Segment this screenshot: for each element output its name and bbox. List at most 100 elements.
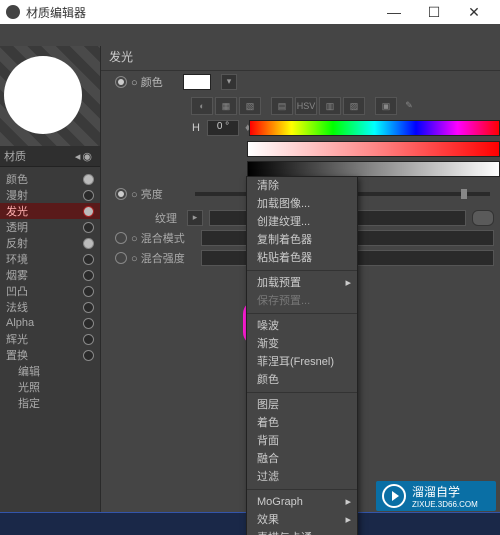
val-slider[interactable] xyxy=(247,161,500,177)
main-panel: 发光 ○ 颜色 ▾ ◐ ▦ ▧ ▤ HSV ▥ ▨ ▣ ✎ xyxy=(101,46,500,535)
channel-label: 环境 xyxy=(6,251,28,267)
material-preview[interactable] xyxy=(0,46,100,146)
watermark-brand: 溜溜自学 xyxy=(412,485,460,499)
color-dropdown-icon[interactable]: ▾ xyxy=(221,74,237,90)
channel-Alpha[interactable]: Alpha xyxy=(0,315,100,331)
channel-漫射[interactable]: 漫射 xyxy=(0,187,100,203)
channel-反射[interactable]: 反射 xyxy=(0,235,100,251)
chevron-left-icon[interactable]: ◂ xyxy=(75,150,81,163)
menu-item-创建纹理...[interactable]: 创建纹理... xyxy=(247,213,357,231)
submenu-arrow-icon: ▸ xyxy=(345,511,351,529)
channel-list: 颜色漫射发光透明反射环境烟雾凹凸法线 Alpha 辉光置换编辑光照指定 xyxy=(0,167,100,535)
menu-item-背面[interactable]: 背面 xyxy=(247,432,357,450)
texture-context-menu: 清除加载图像...创建纹理...复制着色器粘贴着色器加载预置▸保存预置... 噪波… xyxy=(246,176,358,535)
channel-label: 烟雾 xyxy=(6,267,28,283)
sidebar-nav[interactable]: ◂ ◉ xyxy=(75,150,92,163)
play-icon xyxy=(382,484,406,508)
row-lightness xyxy=(247,141,500,157)
menu-item-加载图像...[interactable]: 加载图像... xyxy=(247,195,357,213)
menu-item-着色[interactable]: 着色 xyxy=(247,414,357,432)
menu-item-菲涅耳(Fresnel)[interactable]: 菲涅耳(Fresnel) xyxy=(247,353,357,371)
submenu-arrow-icon: ▸ xyxy=(345,274,351,292)
channel-toggle[interactable] xyxy=(83,238,94,249)
label-color: ○ 颜色 xyxy=(131,74,175,90)
swatches-icon[interactable]: ▣ xyxy=(375,97,397,115)
hsv-icon[interactable]: HSV xyxy=(295,97,317,115)
channel-toggle[interactable] xyxy=(83,302,94,313)
texture-dropdown[interactable]: ▸ xyxy=(187,210,203,226)
watermark-url: ZIXUE.3D66.COM xyxy=(412,500,478,509)
channel-toggle[interactable] xyxy=(83,190,94,201)
channel-光照[interactable]: 光照 xyxy=(0,379,100,395)
channel-toggle[interactable] xyxy=(83,222,94,233)
channel-烟雾[interactable]: 烟雾 xyxy=(0,267,100,283)
channel-toggle[interactable] xyxy=(83,334,94,345)
menu-separator xyxy=(247,489,357,490)
channel-toggle[interactable] xyxy=(83,318,94,329)
sidebar-tab[interactable]: 材质 ◂ ◉ xyxy=(0,146,100,167)
channel-label: 反射 xyxy=(6,235,28,251)
channel-label: Alpha xyxy=(6,317,34,329)
menu-item-噪波[interactable]: 噪波 xyxy=(247,317,357,335)
sidebar: 材质 ◂ ◉ 颜色漫射发光透明反射环境烟雾凹凸法线 Alpha 辉光置换编辑光照指定 xyxy=(0,46,101,535)
image-icon[interactable]: ▧ xyxy=(239,97,261,115)
channel-label: 发光 xyxy=(6,203,28,219)
menu-item-加载预置[interactable]: 加载预置▸ xyxy=(247,274,357,292)
spectrum-icon[interactable]: ▦ xyxy=(215,97,237,115)
radio-brightness[interactable] xyxy=(115,188,127,200)
channel-辉光[interactable]: 辉光 xyxy=(0,331,100,347)
texture-browse-button[interactable] xyxy=(472,210,494,226)
close-button[interactable]: ✕ xyxy=(454,4,494,21)
watermark: 溜溜自学 ZIXUE.3D66.COM xyxy=(376,481,496,511)
hue-value[interactable]: 0 ° xyxy=(207,120,239,136)
channel-指定[interactable]: 指定 xyxy=(0,395,100,411)
kelvin-icon[interactable]: ▥ xyxy=(319,97,341,115)
channel-发光[interactable]: 发光 xyxy=(0,203,100,219)
menu-item-颜色[interactable]: 颜色 xyxy=(247,371,357,389)
menu-item-渐变[interactable]: 渐变 xyxy=(247,335,357,353)
channel-toggle[interactable] xyxy=(83,206,94,217)
channel-label: 透明 xyxy=(6,219,28,235)
submenu-arrow-icon: ▸ xyxy=(345,529,351,535)
eyedropper-icon[interactable]: ✎ xyxy=(399,97,419,113)
rgb-icon[interactable]: ▤ xyxy=(271,97,293,115)
menu-item-融合[interactable]: 融合 xyxy=(247,450,357,468)
channel-编辑[interactable]: 编辑 xyxy=(0,363,100,379)
radio-color[interactable] xyxy=(115,76,127,88)
menu-item-素描与卡通[interactable]: 素描与卡通▸ xyxy=(247,529,357,535)
channel-法线[interactable]: 法线 xyxy=(0,299,100,315)
channel-toggle[interactable] xyxy=(83,286,94,297)
row-hue: H 0 ° ♦ xyxy=(191,119,500,137)
menu-item-图层[interactable]: 图层 xyxy=(247,396,357,414)
wheel-icon[interactable]: ◐ xyxy=(191,97,213,115)
maximize-button[interactable]: ☐ xyxy=(414,4,454,21)
menu-item-粘贴着色器[interactable]: 粘贴着色器 xyxy=(247,249,357,267)
channel-toggle[interactable] xyxy=(83,350,94,361)
menu-item-保存预置...: 保存预置... xyxy=(247,292,357,310)
channel-toggle[interactable] xyxy=(83,270,94,281)
channel-环境[interactable]: 环境 xyxy=(0,251,100,267)
label-blendstrength: ○ 混合强度 xyxy=(131,250,195,266)
menu-separator xyxy=(247,392,357,393)
menu-item-MoGraph[interactable]: MoGraph▸ xyxy=(247,493,357,511)
channel-toggle[interactable] xyxy=(83,174,94,185)
target-icon[interactable]: ◉ xyxy=(82,150,92,163)
channel-颜色[interactable]: 颜色 xyxy=(0,171,100,187)
hue-slider[interactable] xyxy=(249,120,500,136)
channel-label: 凹凸 xyxy=(6,283,28,299)
channel-toggle[interactable] xyxy=(83,254,94,265)
menu-item-清除[interactable]: 清除 xyxy=(247,177,357,195)
menu-item-复制着色器[interactable]: 复制着色器 xyxy=(247,231,357,249)
channel-凹凸[interactable]: 凹凸 xyxy=(0,283,100,299)
minimize-button[interactable]: — xyxy=(374,4,414,20)
mixer-icon[interactable]: ▨ xyxy=(343,97,365,115)
channel-置换[interactable]: 置换 xyxy=(0,347,100,363)
channel-透明[interactable]: 透明 xyxy=(0,219,100,235)
menu-separator xyxy=(247,270,357,271)
preview-sphere xyxy=(4,56,82,134)
menu-item-效果[interactable]: 效果▸ xyxy=(247,511,357,529)
channel-label: 法线 xyxy=(6,299,28,315)
color-swatch[interactable] xyxy=(183,74,211,90)
menu-item-过滤[interactable]: 过滤 xyxy=(247,468,357,486)
sat-slider[interactable] xyxy=(247,141,500,157)
